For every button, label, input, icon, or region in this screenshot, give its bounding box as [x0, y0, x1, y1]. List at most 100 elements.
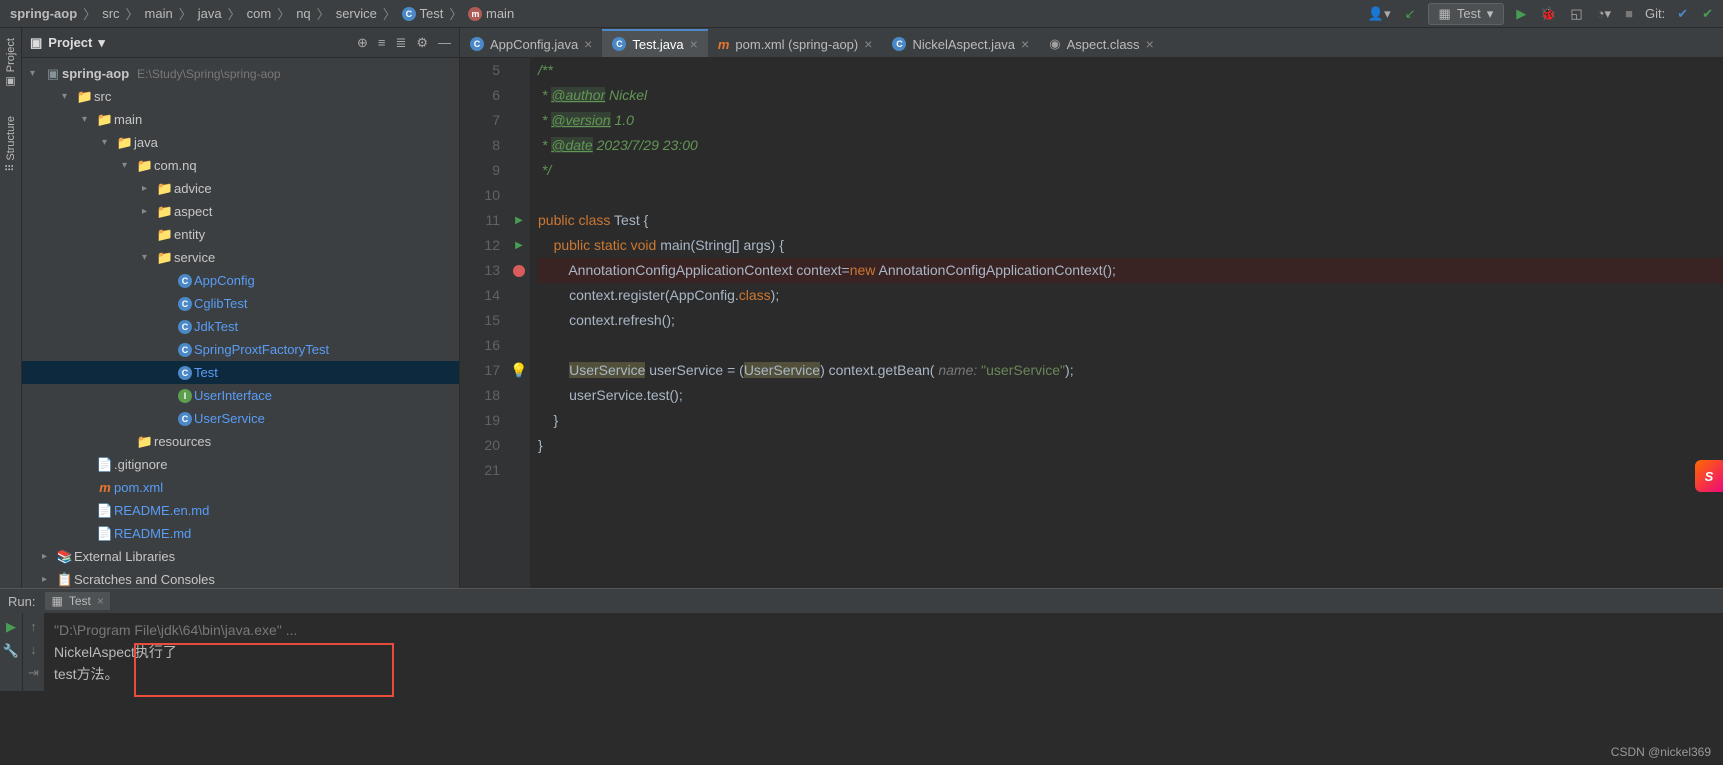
left-tool-strip: ▣ Project ⠿ Structure	[0, 28, 22, 588]
editor-tab[interactable]: CNickelAspect.java×	[882, 29, 1039, 57]
run-config-label: Test	[1457, 6, 1481, 21]
wrench-icon[interactable]: 🔧	[3, 643, 19, 659]
vcs-update-icon[interactable]: ✔	[1675, 4, 1690, 24]
hide-icon[interactable]: —	[438, 35, 451, 51]
run-configuration-selector[interactable]: ▦ Test ▾	[1428, 3, 1505, 25]
breadcrumb-item[interactable]: m main	[466, 6, 516, 21]
tree-item[interactable]: ▸📁aspect	[22, 200, 459, 223]
close-icon[interactable]: ×	[864, 36, 872, 52]
chevron-down-icon: ▾	[1487, 6, 1494, 22]
settings-icon[interactable]: ⚙	[416, 35, 428, 51]
class-icon: C	[470, 37, 484, 51]
breadcrumb-item[interactable]: com	[245, 6, 274, 21]
close-icon[interactable]: ×	[97, 594, 104, 608]
tree-item[interactable]: IUserInterface	[22, 384, 459, 407]
tree-item[interactable]: ▸📁advice	[22, 177, 459, 200]
project-tool-button[interactable]: ▣ Project	[4, 34, 17, 92]
user-icon[interactable]: 👤▾	[1366, 4, 1393, 24]
tree-item[interactable]: 📁entity	[22, 223, 459, 246]
project-icon: ▣	[5, 75, 17, 88]
code-content[interactable]: /** * @author Nickel * @version 1.0 * @d…	[530, 58, 1723, 588]
up-icon[interactable]: ↑	[30, 619, 37, 634]
gutter-icons[interactable]: ▶▶💡	[508, 58, 530, 588]
run-tab-icon: ▦	[51, 594, 62, 608]
editor-tab[interactable]: CAppConfig.java×	[460, 29, 602, 57]
tree-item[interactable]: ▾📁src	[22, 85, 459, 108]
close-icon[interactable]: ×	[690, 36, 698, 52]
editor-tab[interactable]: ◉Aspect.class×	[1039, 29, 1164, 57]
editor-area: CAppConfig.java×CTest.java×mpom.xml (spr…	[460, 28, 1723, 588]
collapse-all-icon[interactable]: ≣	[395, 35, 406, 51]
tree-item[interactable]: 📄.gitignore	[22, 453, 459, 476]
editor-tabs: CAppConfig.java×CTest.java×mpom.xml (spr…	[460, 28, 1723, 58]
chevron-down-icon[interactable]: ▾	[98, 35, 105, 51]
tree-item[interactable]: CAppConfig	[22, 269, 459, 292]
watermark: CSDN @nickel369	[1611, 745, 1711, 759]
line-gutter[interactable]: 56789101112131415161718192021	[460, 58, 508, 588]
class-icon: C	[892, 37, 906, 51]
tree-item[interactable]: ▾📁main	[22, 108, 459, 131]
debug-button[interactable]: 🐞	[1538, 4, 1558, 24]
breadcrumb-item[interactable]: src	[100, 6, 121, 21]
down-icon[interactable]: ↓	[30, 642, 37, 657]
close-icon[interactable]: ×	[584, 36, 592, 52]
tree-item[interactable]: 📄README.en.md	[22, 499, 459, 522]
tree-item[interactable]: CJdkTest	[22, 315, 459, 338]
tree-item[interactable]: CSpringProxtFactoryTest	[22, 338, 459, 361]
tree-item[interactable]: mpom.xml	[22, 476, 459, 499]
expand-all-icon[interactable]: ≡	[378, 35, 386, 51]
back-arrow-icon[interactable]: ↙	[1403, 4, 1418, 24]
breadcrumb-item[interactable]: spring-aop	[8, 6, 79, 21]
method-icon: m	[468, 7, 482, 21]
structure-icon: ⠿	[5, 164, 17, 172]
run-label: Run:	[8, 594, 35, 609]
project-icon: ▣	[30, 35, 42, 51]
tree-root[interactable]: ▾▣spring-aopE:\Study\Spring\spring-aop	[22, 62, 459, 85]
coverage-button[interactable]: ◱	[1568, 4, 1584, 24]
close-icon[interactable]: ×	[1021, 36, 1029, 52]
run-button[interactable]: ▶	[1514, 4, 1528, 24]
project-tree[interactable]: ▾▣spring-aopE:\Study\Spring\spring-aop▾📁…	[22, 58, 459, 588]
stop-button[interactable]: ■	[1623, 4, 1635, 23]
select-opened-icon[interactable]: ⊕	[357, 35, 368, 51]
classfile-icon: ◉	[1049, 36, 1060, 52]
tree-item[interactable]: ▾📁service	[22, 246, 459, 269]
code-editor[interactable]: 56789101112131415161718192021 ▶▶💡 /** * …	[460, 58, 1723, 588]
breadcrumb-item[interactable]: java	[196, 6, 224, 21]
sogou-ime-icon[interactable]: S	[1695, 460, 1723, 492]
git-label: Git:	[1645, 6, 1665, 21]
structure-tool-button[interactable]: ⠿ Structure	[4, 112, 17, 176]
profiler-button[interactable]: ◔▾	[1595, 4, 1613, 24]
project-panel: ▣ Project ▾ ⊕ ≡ ≣ ⚙ — ▾▣spring-aopE:\Stu…	[22, 28, 460, 588]
close-icon[interactable]: ×	[1146, 36, 1154, 52]
breadcrumb-item[interactable]: C Test	[400, 6, 445, 21]
tree-item[interactable]: CTest	[22, 361, 459, 384]
breadcrumb-item[interactable]: nq	[294, 6, 312, 21]
tree-item[interactable]: ▸📚External Libraries	[22, 545, 459, 568]
rerun-button[interactable]: ▶	[6, 619, 16, 635]
tree-item[interactable]: ▾📁java	[22, 131, 459, 154]
tree-item[interactable]: ▾📁com.nq	[22, 154, 459, 177]
maven-icon: m	[718, 37, 730, 52]
tree-item[interactable]: CCglibTest	[22, 292, 459, 315]
run-tab-label: Test	[69, 594, 91, 608]
soft-wrap-icon[interactable]: ⇥	[28, 665, 39, 681]
breadcrumb-item[interactable]: main	[143, 6, 175, 21]
run-tab[interactable]: ▦ Test ×	[45, 592, 109, 610]
editor-tab[interactable]: mpom.xml (spring-aop)×	[708, 29, 883, 57]
tree-item[interactable]: CUserService	[22, 407, 459, 430]
editor-tab[interactable]: CTest.java×	[602, 29, 708, 57]
run-tool-window: Run: ▦ Test × ▶ 🔧 ↑ ↓ ⇥ "D:\Program File…	[0, 588, 1723, 691]
class-icon: C	[402, 7, 416, 21]
breadcrumb-item[interactable]: service	[334, 6, 379, 21]
tree-item[interactable]: ▸📋Scratches and Consoles	[22, 568, 459, 588]
console-line: "D:\Program File\jdk\64\bin\java.exe" ..…	[54, 619, 1713, 641]
console-line: NickelAspect执行了	[54, 641, 1713, 663]
console-output[interactable]: "D:\Program File\jdk\64\bin\java.exe" ..…	[44, 613, 1723, 691]
vcs-commit-icon[interactable]: ✔	[1700, 4, 1715, 24]
class-icon: C	[612, 37, 626, 51]
tree-item[interactable]: 📁resources	[22, 430, 459, 453]
run-config-icon: ▦	[1439, 6, 1451, 22]
tree-item[interactable]: 📄README.md	[22, 522, 459, 545]
project-panel-title: Project	[48, 35, 92, 50]
